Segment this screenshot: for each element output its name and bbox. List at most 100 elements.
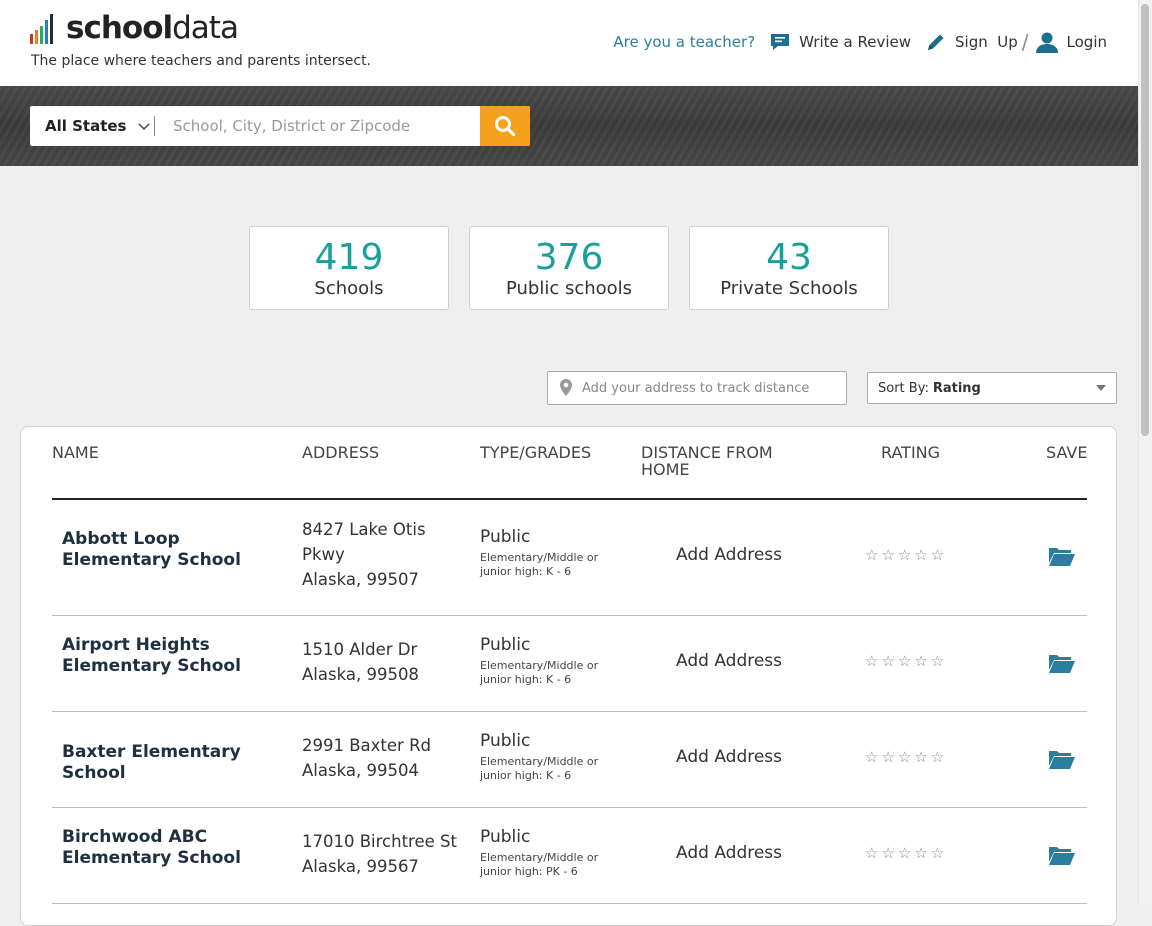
save-button[interactable]: [1048, 748, 1076, 774]
state-dropdown-value: All States: [45, 117, 127, 135]
type-label: Public: [480, 635, 531, 655]
star-rating: ☆☆☆☆☆: [865, 652, 948, 670]
header-rating[interactable]: RATING: [881, 444, 940, 461]
address-field[interactable]: [547, 371, 847, 405]
school-name-link[interactable]: Birchwood ABC Elementary School: [62, 827, 287, 869]
stats-row: 419 Schools 376 Public schools 43 Privat…: [249, 226, 889, 310]
grades-label: Elementary/Middle or junior high: K - 6: [480, 755, 599, 782]
grades-label: Elementary/Middle or junior high: PK - 6: [480, 851, 599, 878]
table-header: NAME ADDRESS TYPE/GRADES DISTANCE FROM H…: [52, 427, 1087, 500]
stat-label: Private Schools: [720, 278, 858, 299]
chat-icon: [769, 31, 791, 53]
pencil-icon: [925, 31, 947, 53]
school-address: 17010 Birchtree St Alaska, 99567: [302, 829, 472, 879]
header-name[interactable]: NAME: [52, 444, 99, 461]
stat-value: 419: [314, 237, 384, 278]
school-type: Public Elementary/Middle or junior high:…: [480, 826, 630, 879]
sort-value: Rating: [932, 380, 981, 396]
header-distance-line2: HOME: [641, 460, 690, 479]
save-button[interactable]: [1048, 652, 1076, 678]
folder-open-icon: [1049, 751, 1075, 769]
address-line2: Alaska, 99508: [302, 665, 419, 684]
user-icon: [1035, 31, 1059, 53]
add-address-link[interactable]: Add Address: [676, 843, 782, 863]
address-input[interactable]: [580, 379, 834, 397]
address-line2: Alaska, 99504: [302, 761, 419, 780]
star-rating: ☆☆☆☆☆: [865, 748, 948, 766]
sign-up-label: Sign Up: [955, 33, 1018, 51]
table-row[interactable]: Birchwood ABC Elementary School 17010 Bi…: [52, 808, 1087, 904]
sort-prefix: Sort By:: [878, 380, 929, 396]
header-distance-line1: DISTANCE FROM: [641, 443, 773, 462]
stat-value: 43: [766, 237, 812, 278]
table-row[interactable]: Baxter Elementary School 2991 Baxter Rd …: [52, 712, 1087, 808]
login-link[interactable]: Login: [1035, 31, 1107, 53]
table-row[interactable]: Abbott Loop Elementary School 8427 Lake …: [52, 500, 1087, 616]
header-save: SAVE: [1046, 443, 1088, 462]
address-line2: Alaska, 99567: [302, 857, 419, 876]
header-type[interactable]: TYPE/GRADES: [480, 444, 591, 461]
school-name-link[interactable]: Airport Heights Elementary School: [62, 635, 287, 677]
school-type: Public Elementary/Middle or junior high:…: [480, 730, 630, 783]
schooldata-logo[interactable]: schooldata: [30, 10, 250, 48]
search-button[interactable]: [480, 106, 530, 146]
school-address: 1510 Alder Dr Alaska, 99508: [302, 637, 472, 687]
header-address[interactable]: ADDRESS: [302, 444, 379, 461]
address-line1: 2991 Baxter Rd: [302, 736, 432, 755]
school-address: 8427 Lake Otis Pkwy Alaska, 99507: [302, 517, 472, 592]
chevron-down-icon: [138, 117, 151, 135]
address-line1: 17010 Birchtree St: [302, 832, 457, 851]
search-icon: [495, 116, 516, 137]
stat-card-public[interactable]: 376 Public schools: [469, 226, 669, 310]
add-address-link[interactable]: Add Address: [676, 651, 782, 671]
sort-dropdown[interactable]: Sort By: Rating: [867, 372, 1117, 404]
stat-card-private[interactable]: 43 Private Schools: [689, 226, 889, 310]
folder-open-icon: [1049, 548, 1075, 566]
type-label: Public: [480, 827, 531, 847]
folder-open-icon: [1049, 847, 1075, 865]
state-dropdown[interactable]: All States: [30, 106, 154, 146]
sign-up-link[interactable]: Sign Up: [925, 31, 1018, 53]
site-header: schooldata The place where teachers and …: [0, 0, 1138, 86]
add-address-link[interactable]: Add Address: [676, 747, 782, 767]
stat-label: Schools: [314, 278, 384, 299]
logo-wordmark: schooldata: [66, 10, 239, 46]
add-address-link[interactable]: Add Address: [676, 545, 782, 565]
location-pin-icon: [560, 379, 572, 396]
school-type: Public Elementary/Middle or junior high:…: [480, 634, 630, 687]
school-name-link[interactable]: Baxter Elementary School: [62, 742, 302, 784]
school-type: Public Elementary/Middle or junior high:…: [480, 526, 630, 579]
nav-separator: /: [1021, 30, 1029, 54]
folder-open-icon: [1049, 655, 1075, 673]
header-distance[interactable]: DISTANCE FROM HOME: [641, 444, 773, 478]
star-rating: ☆☆☆☆☆: [865, 546, 948, 564]
address-line2: Alaska, 99507: [302, 570, 419, 589]
search-bar: All States: [30, 106, 530, 146]
type-label: Public: [480, 527, 531, 547]
address-line1: 8427 Lake Otis Pkwy: [302, 520, 426, 564]
write-review-link[interactable]: Write a Review: [769, 31, 911, 53]
save-button[interactable]: [1048, 844, 1076, 870]
school-results-table: NAME ADDRESS TYPE/GRADES DISTANCE FROM H…: [20, 426, 1117, 926]
star-rating: ☆☆☆☆☆: [865, 844, 948, 862]
address-line1: 1510 Alder Dr: [302, 640, 418, 659]
stat-card-schools[interactable]: 419 Schools: [249, 226, 449, 310]
stat-label: Public schools: [505, 278, 633, 299]
teacher-link[interactable]: Are you a teacher?: [613, 33, 755, 51]
search-input[interactable]: [155, 106, 480, 146]
stat-value: 376: [534, 237, 604, 278]
dropdown-caret-icon: [1096, 385, 1106, 391]
page-scrollbar-thumb[interactable]: [1141, 4, 1149, 436]
grades-label: Elementary/Middle or junior high: K - 6: [480, 659, 599, 686]
school-address: 2991 Baxter Rd Alaska, 99504: [302, 733, 472, 783]
tagline: The place where teachers and parents int…: [31, 53, 372, 69]
save-button[interactable]: [1048, 545, 1076, 571]
school-name-link[interactable]: Abbott Loop Elementary School: [62, 529, 287, 571]
table-row[interactable]: Airport Heights Elementary School 1510 A…: [52, 616, 1087, 712]
login-label: Login: [1066, 33, 1107, 51]
write-review-label: Write a Review: [799, 33, 912, 51]
grades-label: Elementary/Middle or junior high: K - 6: [480, 551, 599, 578]
type-label: Public: [480, 731, 531, 751]
logo-bars-icon: [30, 14, 64, 46]
search-banner: All States: [0, 86, 1138, 166]
